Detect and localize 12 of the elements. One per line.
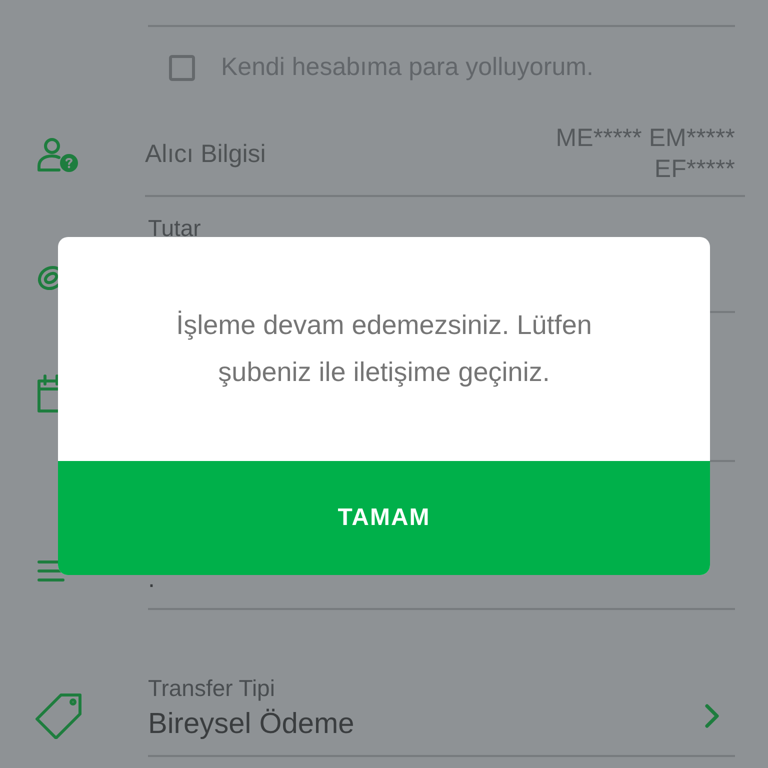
field-label: Alıcı Bilgisi [145, 140, 266, 169]
ok-button[interactable]: TAMAM [58, 461, 710, 575]
field-value: Bireysel Ödeme [148, 708, 354, 740]
list-icon [36, 558, 66, 584]
person-question-icon [36, 136, 80, 172]
chevron-right-icon[interactable] [705, 704, 719, 728]
checkbox[interactable] [169, 54, 195, 80]
dialog-message: İşleme devam edemezsiniz. Lütfen şubeniz ile iletişime geçiniz. [175, 309, 593, 389]
field-value: ME***** EM***** [556, 124, 735, 152]
field-label: Transfer Tipi [148, 674, 276, 702]
field-value: EF***** [654, 154, 735, 184]
field-label: Tutar [148, 215, 201, 242]
